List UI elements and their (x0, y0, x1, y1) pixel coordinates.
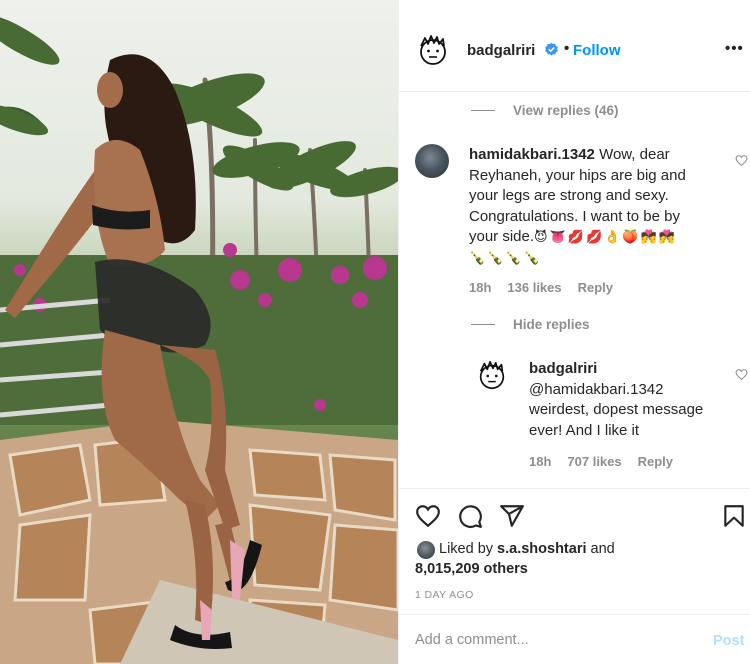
comment-input[interactable] (415, 629, 675, 651)
liked-by-prefix: Liked by (439, 541, 498, 557)
replies-dash (471, 109, 495, 111)
reply-likes[interactable]: 707 likes (567, 454, 621, 469)
comment-line-2: Reyhaneh, your hips are big and (469, 166, 686, 184)
reply-button[interactable]: Reply (578, 280, 613, 295)
commenter-avatar[interactable] (415, 144, 449, 178)
comment-username[interactable]: hamidakbari.1342 (469, 146, 595, 163)
comment-emoji-row-2: 🍾🍾🍾🍾 (469, 249, 542, 265)
comment-time: 18h (469, 280, 492, 295)
bookmark-icon[interactable] (721, 503, 747, 529)
replies-dash (471, 323, 495, 325)
follow-button[interactable]: Follow (573, 42, 621, 59)
verified-badge-icon (545, 42, 558, 56)
reply-time: 18h (529, 454, 552, 469)
comments-list[interactable]: View replies (46) hamidakbari.1342 Wow, … (399, 92, 750, 488)
comment-likes[interactable]: 136 likes (507, 280, 561, 295)
comment-icon[interactable] (457, 503, 483, 529)
share-icon[interactable] (499, 503, 525, 529)
comment-like-heart-icon[interactable] (735, 154, 748, 167)
reply-username[interactable]: badgalriri (529, 360, 597, 377)
view-replies-label: View replies (46) (513, 102, 619, 118)
comment-line-1: Wow, dear (594, 146, 670, 163)
profile-avatar[interactable] (415, 32, 451, 68)
reply-body: badgalriri @hamidakbari.1342 weirdest, d… (529, 359, 729, 441)
post-actions: Liked by s.a.shoshtari and 8,015,209 oth… (399, 488, 750, 614)
comment-line-3: your legs are strong and sexy. (469, 187, 669, 204)
post-photo[interactable] (0, 0, 398, 664)
comment-meta: 18h 136 likes Reply (469, 280, 613, 295)
heart-icon[interactable] (415, 503, 441, 529)
post-header: badgalriri • Follow ••• (399, 0, 750, 92)
hide-replies-button[interactable]: Hide replies (471, 314, 590, 334)
header-separator: • (564, 40, 570, 57)
liked-by-user[interactable]: s.a.shoshtari (497, 541, 586, 557)
photo-scene (0, 15, 398, 664)
reply-button[interactable]: Reply (638, 454, 673, 469)
comment-body: hamidakbari.1342 Wow, dear Reyhaneh, you… (469, 145, 729, 268)
likes-count-link[interactable]: 8,015,209 others (415, 561, 528, 577)
comment-line-5: your side. (469, 228, 535, 245)
hide-replies-label: Hide replies (513, 316, 590, 332)
more-options-icon[interactable]: ••• (725, 40, 744, 57)
comment-emoji-row-1: 😈👅💋💋👌🍑💏💏 (534, 229, 677, 244)
reply-line-2: weirdest, dopest message (529, 401, 704, 418)
reply-mention[interactable]: @hamidakbari.1342 (529, 381, 663, 398)
reply-author-avatar[interactable] (475, 358, 509, 392)
comment-line-4: Congratulations. I want to be by (469, 207, 680, 225)
post-comment-button[interactable]: Post (713, 633, 744, 649)
view-replies-button[interactable]: View replies (46) (471, 100, 619, 120)
post-side-panel: badgalriri • Follow ••• View replies (46… (398, 0, 750, 664)
add-comment-bar: Post (399, 614, 750, 664)
reply-like-heart-icon[interactable] (735, 368, 748, 381)
reply-meta: 18h 707 likes Reply (529, 454, 673, 469)
reply-line-3: ever! And I like it (529, 421, 640, 439)
liked-by-and: and (586, 541, 615, 557)
liked-by-text: Liked by s.a.shoshtari and 8,015,209 oth… (415, 539, 745, 579)
post-time-ago[interactable]: 1 DAY AGO (415, 589, 474, 601)
post-username[interactable]: badgalriri (467, 42, 535, 59)
